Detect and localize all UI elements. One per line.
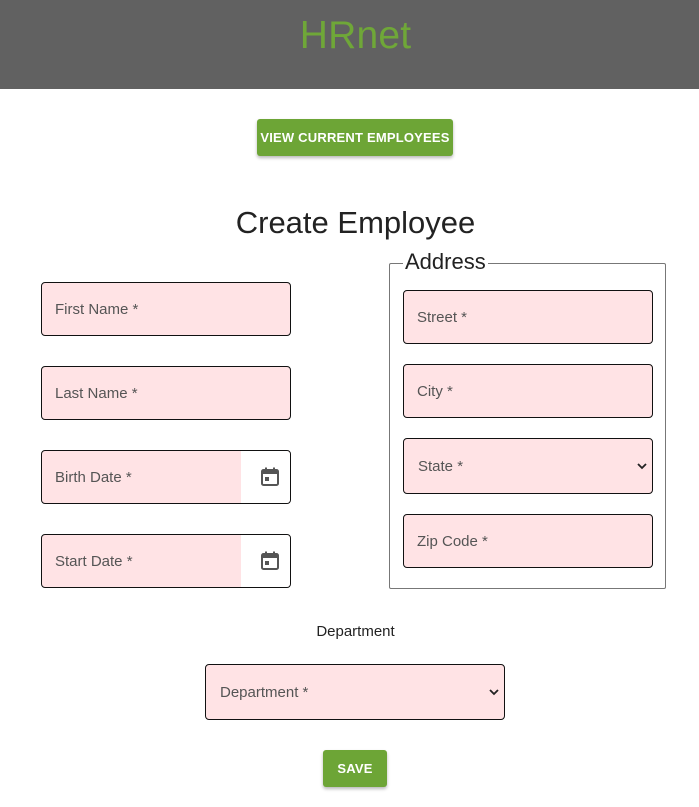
zip-code-field[interactable] (403, 514, 653, 568)
calendar-icon[interactable] (261, 467, 279, 486)
city-field[interactable] (403, 364, 653, 418)
department-select[interactable]: Department * (205, 664, 505, 720)
chevron-down-icon (637, 463, 647, 470)
app-header: HRnet (0, 0, 699, 89)
street-input[interactable] (404, 291, 652, 343)
form-title: Create Employee (235, 205, 476, 240)
department-select-value: Department * (220, 683, 309, 701)
start-date-field[interactable] (41, 534, 291, 588)
department-label: Department (316, 623, 395, 640)
birth-date-input[interactable] (42, 451, 242, 503)
start-date-input[interactable] (42, 535, 242, 587)
state-select[interactable]: State * (403, 438, 653, 494)
first-name-input[interactable] (42, 283, 290, 335)
street-field[interactable] (403, 290, 653, 344)
chevron-down-icon (489, 689, 499, 696)
zip-code-input[interactable] (404, 515, 652, 567)
last-name-field[interactable] (41, 366, 291, 420)
state-select-value: State * (418, 457, 464, 475)
address-legend: Address (403, 248, 488, 276)
save-button[interactable]: SAVE (323, 750, 387, 787)
last-name-input[interactable] (42, 367, 290, 419)
city-input[interactable] (404, 365, 652, 417)
app-title: HRnet (299, 14, 412, 57)
view-current-employees-button[interactable]: VIEW CURRENT EMPLOYEES (257, 119, 453, 156)
calendar-icon[interactable] (261, 551, 279, 570)
birth-date-field[interactable] (41, 450, 291, 504)
first-name-field[interactable] (41, 282, 291, 336)
